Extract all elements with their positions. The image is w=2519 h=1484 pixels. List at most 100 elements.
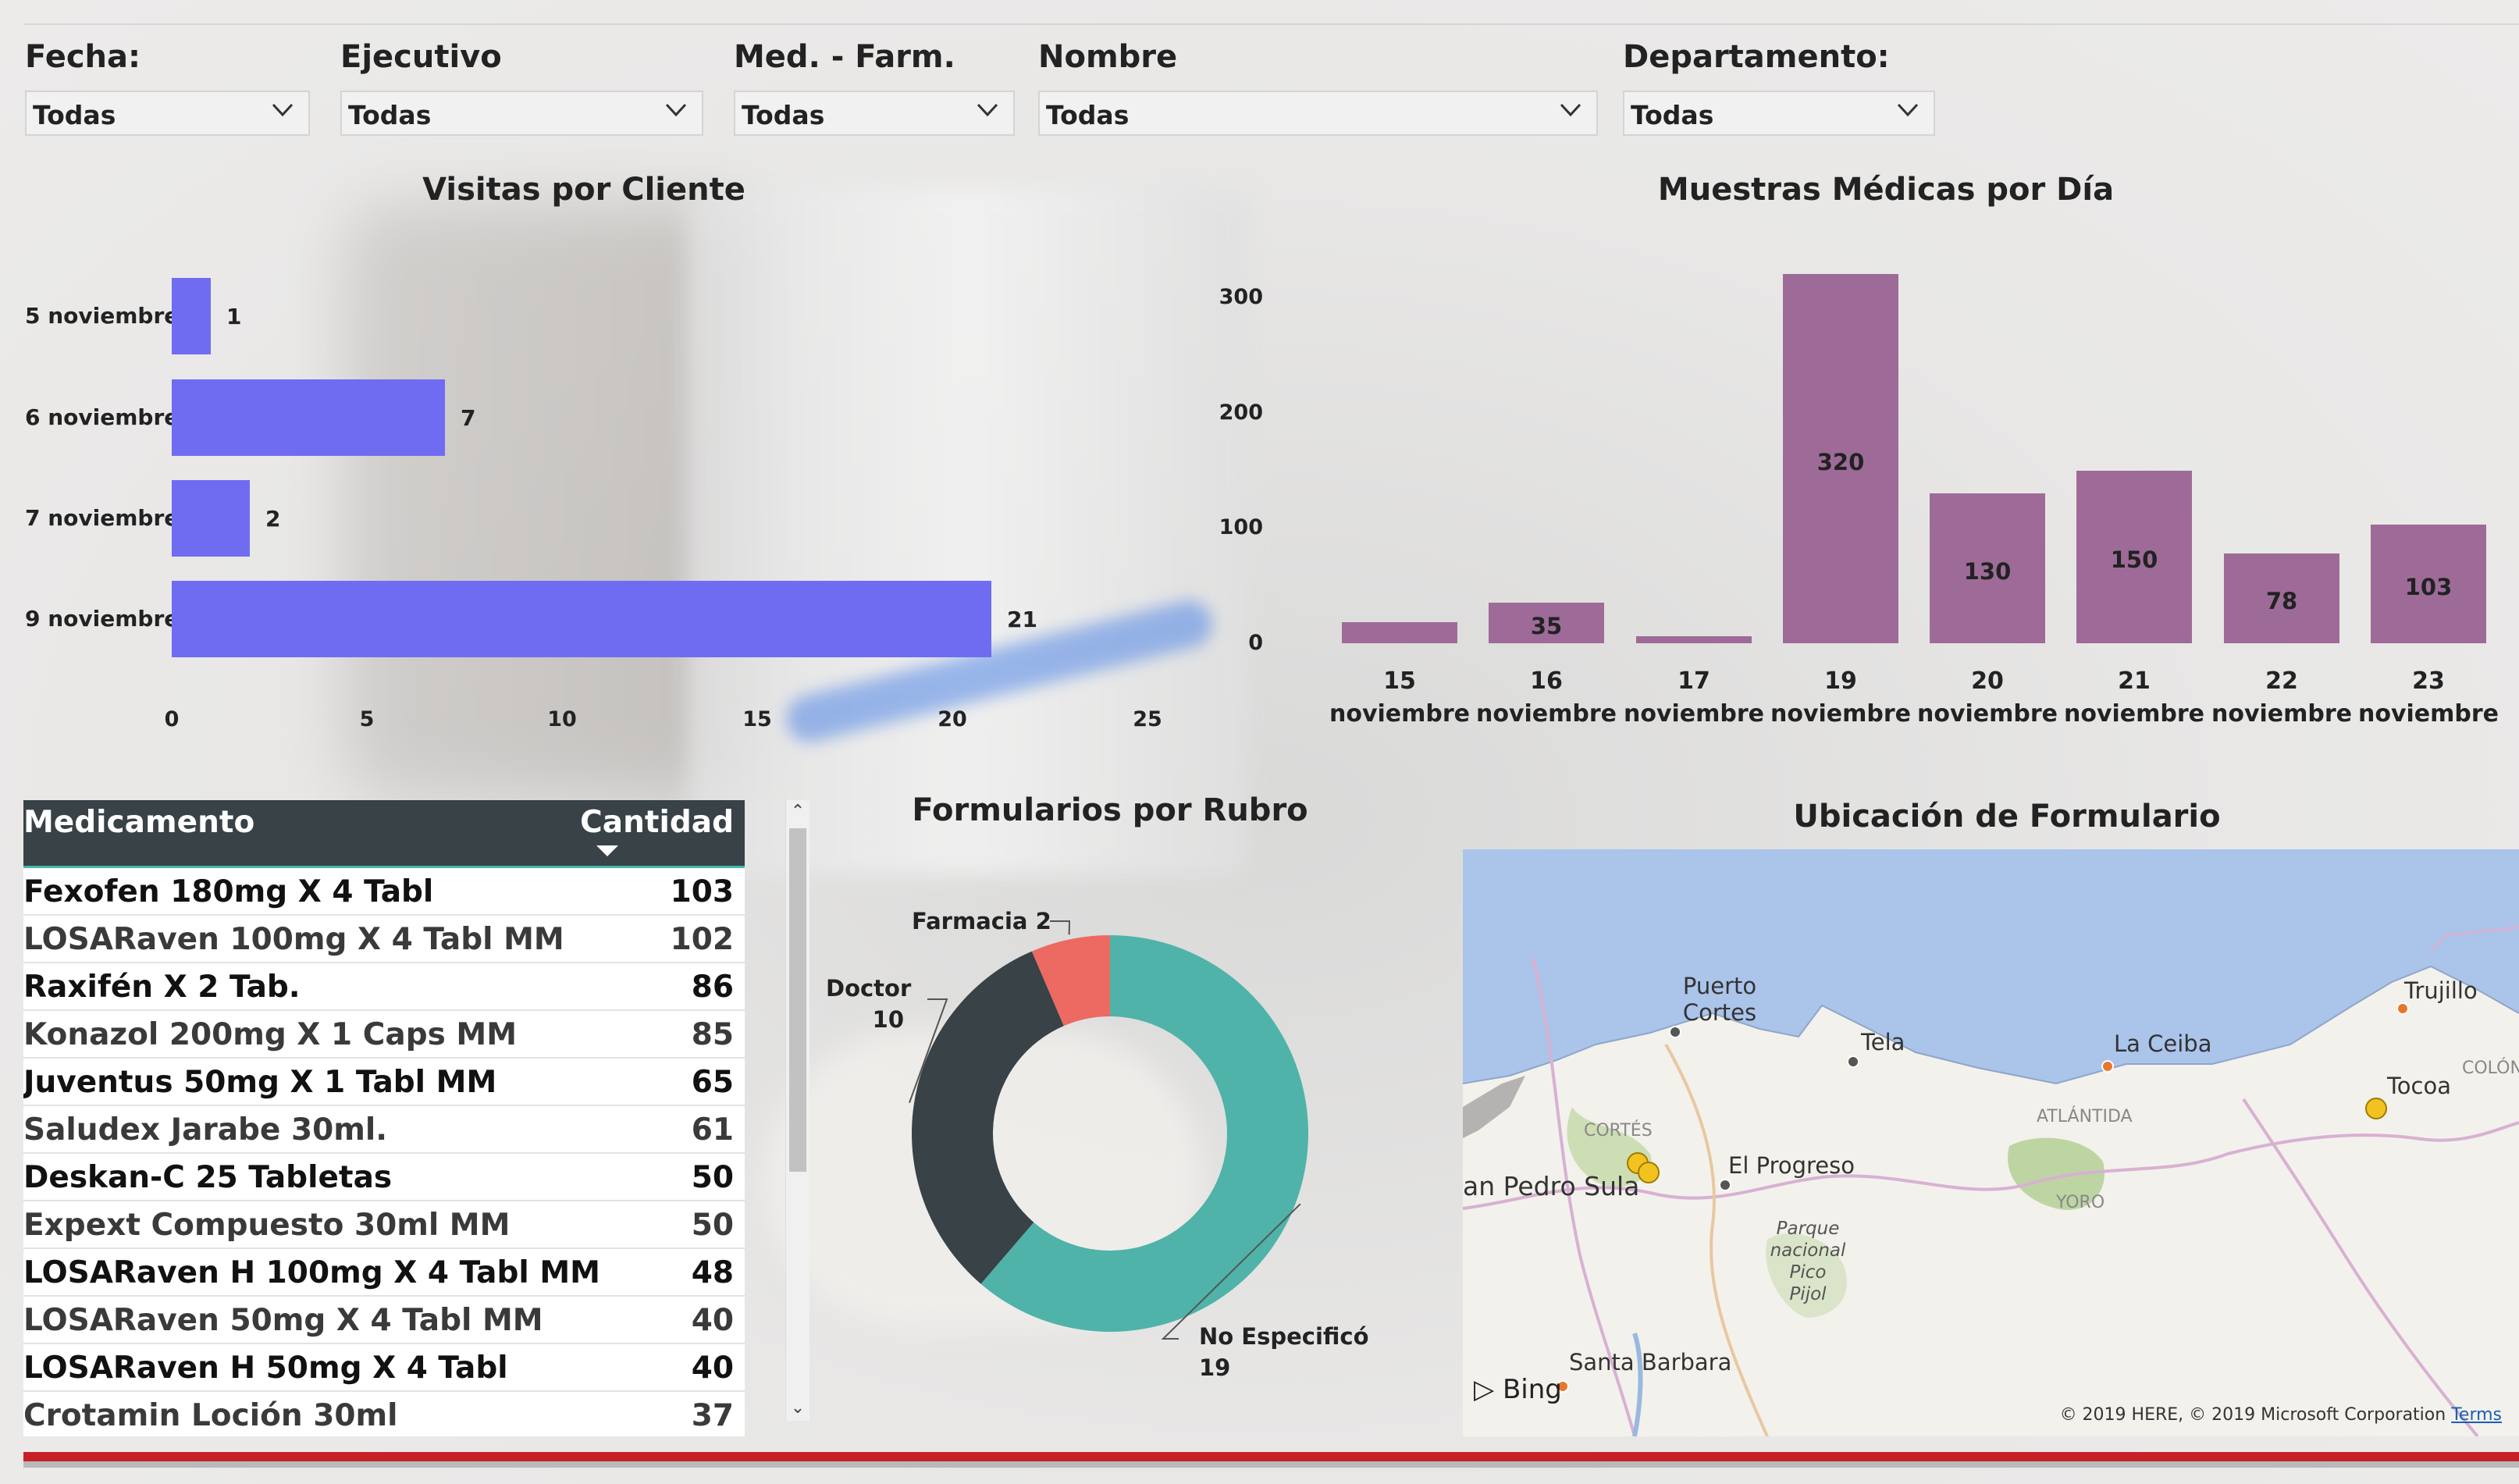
table-header: Medicamento Cantidad xyxy=(23,800,745,866)
table-row[interactable]: Fexofen 180mg X 4 Tabl 103 xyxy=(23,868,745,916)
map-label-park: Parque nacional Pico Pijol xyxy=(1770,1219,1846,1304)
chevron-down-icon xyxy=(977,103,998,117)
map-city-dot xyxy=(1719,1179,1731,1191)
cell-medicamento: LOSARaven 100mg X 4 Tabl MM xyxy=(23,922,564,957)
chevron-down-icon xyxy=(1560,103,1581,117)
cell-cantidad: 40 xyxy=(691,1303,734,1338)
table-row[interactable]: Saludex Jarabe 30ml. 61 xyxy=(23,1106,745,1154)
cell-medicamento: Juventus 50mg X 1 Tabl MM xyxy=(23,1065,497,1100)
donut-label-name: Doctor xyxy=(826,975,912,1002)
cell-medicamento: Deskan-C 25 Tabletas xyxy=(23,1160,393,1195)
map-city-dot xyxy=(2101,1060,2114,1073)
table-row[interactable]: Crotamin Loción 30ml 37 xyxy=(23,1392,745,1436)
map-region-yoro: YORO xyxy=(2056,1193,2105,1212)
donut-label-name: Farmacia xyxy=(912,908,1028,934)
donut-label-value: 10 xyxy=(872,1006,904,1033)
map[interactable]: CORTÉS ATLÁNTIDA YORO Puerto Cortes Tela… xyxy=(1463,849,2519,1436)
cell-cantidad: 103 xyxy=(670,874,734,909)
data-label: 7 xyxy=(461,405,476,431)
bar[interactable] xyxy=(1636,636,1752,643)
x-tick-label: 0 xyxy=(164,707,180,731)
y-tick-label: 200 xyxy=(1219,400,1263,425)
map-label-san-pedro-sula: an Pedro Sula xyxy=(1463,1171,1640,1201)
slicer-value: Todas xyxy=(348,100,432,130)
terms-link[interactable]: Terms xyxy=(2451,1405,2502,1425)
table-row[interactable]: Deskan-C 25 Tabletas 50 xyxy=(23,1154,745,1201)
x-category-label: 16 noviembre xyxy=(1476,667,1617,728)
donut-label-value: 19 xyxy=(1199,1354,1231,1381)
cell-medicamento: Fexofen 180mg X 4 Tabl xyxy=(23,874,434,909)
map-location-pin[interactable] xyxy=(2365,1098,2387,1119)
x-category-label: 20 noviembre xyxy=(1917,667,2058,728)
chevron-down-icon xyxy=(665,103,687,117)
ubicacion-title: Ubicación de Formulario xyxy=(1793,799,2221,835)
slicer-label: Med. - Farm. xyxy=(734,39,955,75)
map-label-tela: Tela xyxy=(1861,1029,1905,1055)
x-tick-label: 10 xyxy=(547,707,577,731)
cell-medicamento: Crotamin Loción 30ml xyxy=(23,1398,398,1433)
table-row[interactable]: LOSARaven H 100mg X 4 Tabl MM 48 xyxy=(23,1249,745,1297)
visitas-title: Visitas por Cliente xyxy=(422,172,745,208)
page-top-border xyxy=(23,23,2519,25)
donut-label-value: 2 xyxy=(1035,908,1051,934)
data-label: 130 xyxy=(1963,558,2012,585)
map-copyright: © 2019 HERE, © 2019 Microsoft Corporatio… xyxy=(2060,1405,2502,1425)
column-header-medicamento[interactable]: Medicamento xyxy=(23,805,254,840)
x-category-label: 15 noviembre xyxy=(1329,667,1471,728)
cell-cantidad: 50 xyxy=(691,1208,734,1243)
map-label-la-ceiba: La Ceiba xyxy=(2114,1030,2212,1057)
x-category-label: 21 noviembre xyxy=(2064,667,2205,728)
cell-medicamento: LOSARaven H 100mg X 4 Tabl MM xyxy=(23,1255,600,1290)
map-city-dot xyxy=(1847,1055,1859,1068)
map-region-cortes: CORTÉS xyxy=(1584,1121,1653,1141)
x-category-label: 17 noviembre xyxy=(1624,667,1765,728)
table-row[interactable]: LOSARaven 100mg X 4 Tabl MM 102 xyxy=(23,916,745,963)
cell-medicamento: Raxifén X 2 Tab. xyxy=(23,970,301,1005)
column-header-cantidad[interactable]: Cantidad xyxy=(580,805,734,840)
y-tick-label: 100 xyxy=(1219,515,1263,540)
category-label: 5 noviembre xyxy=(25,303,180,329)
map-label-trujillo: Trujillo xyxy=(2404,977,2478,1004)
x-tick-label: 5 xyxy=(359,707,375,731)
bing-icon: ▷ xyxy=(1474,1374,1495,1405)
category-label: 7 noviembre xyxy=(25,505,180,531)
data-label: 21 xyxy=(1007,607,1037,632)
data-label: 35 xyxy=(1530,613,1563,640)
table-row[interactable]: Juventus 50mg X 1 Tabl MM 65 xyxy=(23,1059,745,1106)
table-row[interactable]: Raxifén X 2 Tab. 86 xyxy=(23,963,745,1011)
table-row[interactable]: Expext Compuesto 30ml MM 50 xyxy=(23,1201,745,1249)
slicer-value: Todas xyxy=(1046,100,1130,130)
slicer-dropdown-ejecutivo[interactable]: Todas xyxy=(340,91,703,136)
data-label: 320 xyxy=(1816,448,1865,475)
map-region-atlantida: ATLÁNTIDA xyxy=(2037,1107,2133,1126)
scroll-up-icon[interactable]: ⌃ xyxy=(786,800,809,824)
bar[interactable] xyxy=(172,278,211,354)
cell-cantidad: 65 xyxy=(691,1065,734,1100)
table-row[interactable]: LOSARaven 50mg X 4 Tabl MM 40 xyxy=(23,1297,745,1344)
cell-medicamento: Saludex Jarabe 30ml. xyxy=(23,1112,388,1148)
map-city-dot xyxy=(1669,1026,1681,1038)
formularios-title: Formularios por Rubro xyxy=(912,792,1308,828)
slicer-dropdown-nombre[interactable]: Todas xyxy=(1038,91,1598,136)
map-location-pin[interactable] xyxy=(1638,1162,1660,1183)
cell-cantidad: 48 xyxy=(691,1255,734,1290)
leader-line xyxy=(1050,920,1071,935)
donut-data-label: Farmacia 2 xyxy=(912,906,1051,937)
category-label: 6 noviembre xyxy=(25,404,180,430)
bing-logo: ▷ Bing xyxy=(1474,1374,1562,1405)
y-tick-label: 300 xyxy=(1219,285,1263,309)
slicer-dropdown-fecha[interactable]: Todas xyxy=(25,91,310,136)
map-label-tocoa: Tocoa xyxy=(2387,1073,2451,1099)
bar[interactable] xyxy=(172,480,250,557)
muestras-title: Muestras Médicas por Día xyxy=(1657,172,2115,208)
table-row[interactable]: LOSARaven H 50mg X 4 Tabl 40 xyxy=(23,1344,745,1392)
data-label: 2 xyxy=(265,506,281,532)
bar[interactable] xyxy=(172,581,991,657)
cell-cantidad: 85 xyxy=(691,1017,734,1052)
table-row[interactable]: Konazol 200mg X 1 Caps MM 85 xyxy=(23,1011,745,1059)
bar[interactable] xyxy=(172,379,445,456)
bar[interactable] xyxy=(1342,622,1457,643)
slicer-dropdown-med-farm[interactable]: Todas xyxy=(734,91,1015,136)
slicer-dropdown-departamento[interactable]: Todas xyxy=(1623,91,1935,136)
slicer-label: Nombre xyxy=(1038,39,1178,75)
